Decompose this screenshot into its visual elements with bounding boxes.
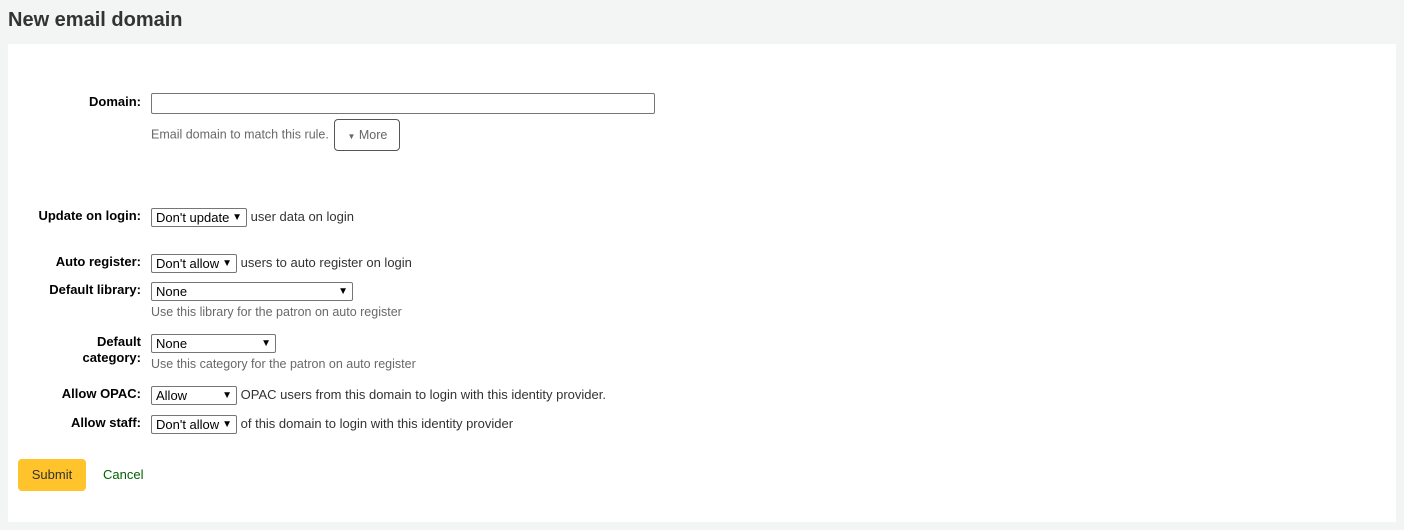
chevron-down-icon: ▼ bbox=[222, 390, 232, 402]
caret-down-icon: ▼ bbox=[347, 132, 356, 141]
allow-opac-value: Allow bbox=[156, 388, 188, 404]
more-label: More bbox=[358, 128, 388, 142]
default-library-value: None bbox=[156, 284, 188, 300]
update-on-login-label: Update on login: bbox=[38, 208, 141, 223]
allow-staff-label: Allow staff: bbox=[70, 415, 141, 430]
form-panel: Domain: Email domain to match this rule.… bbox=[8, 44, 1396, 522]
domain-label: Domain: bbox=[89, 94, 141, 109]
allow-opac-suffix: OPAC users from this domain to login wit… bbox=[240, 387, 606, 402]
default-category-label: Default category: bbox=[82, 334, 141, 365]
default-library-hint: Use this library for the patron on auto … bbox=[151, 305, 402, 319]
more-button[interactable]: ▼ More bbox=[334, 119, 401, 151]
update-on-login-select[interactable]: Don't update ▼ bbox=[151, 208, 247, 228]
default-category-value: None bbox=[156, 336, 188, 352]
chevron-down-icon: ▼ bbox=[222, 258, 232, 270]
auto-register-suffix: users to auto register on login bbox=[240, 255, 412, 270]
chevron-down-icon: ▼ bbox=[222, 419, 232, 431]
auto-register-value: Don't allow bbox=[156, 256, 220, 272]
update-on-login-suffix: user data on login bbox=[250, 209, 354, 224]
default-category-hint: Use this category for the patron on auto… bbox=[151, 357, 416, 371]
chevron-down-icon: ▼ bbox=[338, 286, 348, 298]
submit-button[interactable]: Submit bbox=[18, 459, 86, 491]
allow-staff-select[interactable]: Don't allow ▼ bbox=[151, 415, 237, 435]
allow-staff-suffix: of this domain to login with this identi… bbox=[240, 416, 514, 431]
auto-register-label: Auto register: bbox=[55, 254, 141, 269]
chevron-down-icon: ▼ bbox=[261, 338, 271, 350]
domain-hint: Email domain to match this rule. bbox=[151, 127, 329, 142]
auto-register-select[interactable]: Don't allow ▼ bbox=[151, 254, 237, 274]
default-library-select[interactable]: None ▼ bbox=[151, 282, 353, 302]
default-library-label: Default library: bbox=[49, 282, 141, 297]
update-on-login-value: Don't update bbox=[156, 210, 230, 226]
allow-staff-value: Don't allow bbox=[156, 417, 220, 433]
default-category-select[interactable]: None ▼ bbox=[151, 334, 276, 354]
chevron-down-icon: ▼ bbox=[232, 212, 242, 224]
allow-opac-label: Allow OPAC: bbox=[61, 386, 141, 401]
allow-opac-select[interactable]: Allow ▼ bbox=[151, 386, 237, 406]
cancel-link[interactable]: Cancel bbox=[103, 467, 143, 482]
page-title: New email domain bbox=[8, 9, 183, 31]
domain-input[interactable] bbox=[151, 93, 655, 114]
